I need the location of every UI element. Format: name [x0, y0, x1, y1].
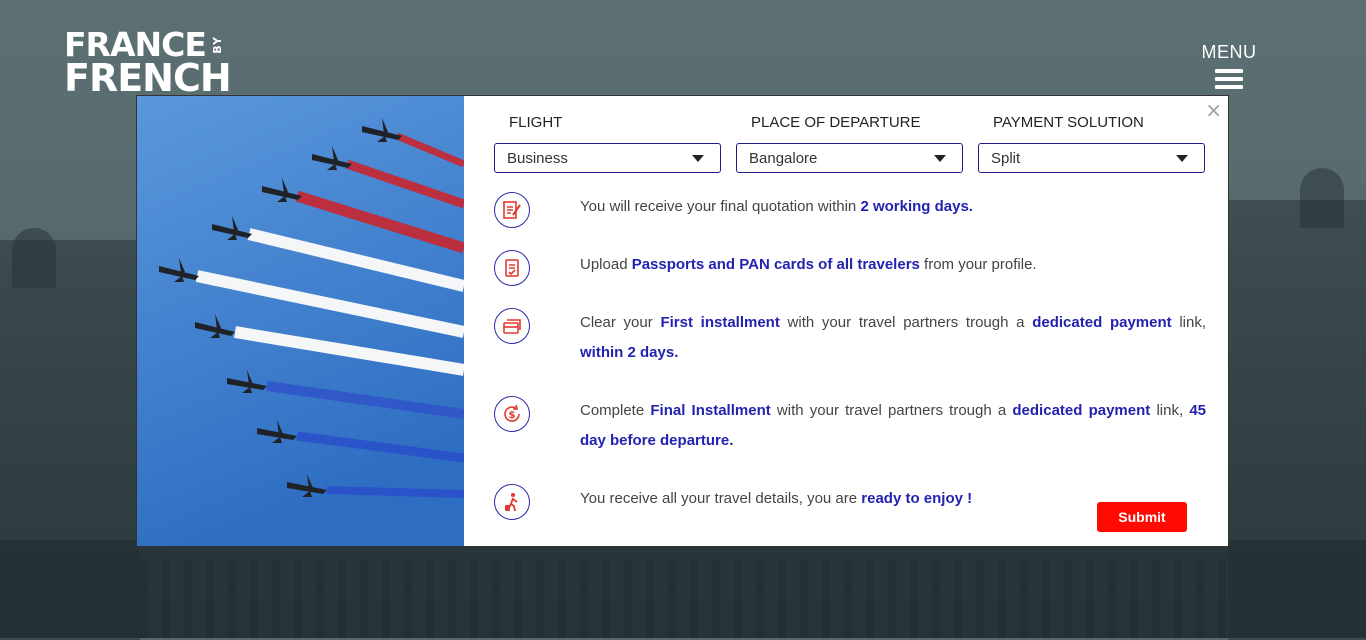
step-text-highlight: dedicated payment [1032, 314, 1172, 331]
step-text: Complete Final Installment with your tra… [580, 396, 1206, 456]
dome-left [12, 228, 56, 288]
step-text-part: with your travel partners trough a [770, 402, 1013, 419]
step-text-part: You receive all your travel details, you… [580, 490, 862, 507]
payment-select[interactable]: Split [978, 143, 1205, 173]
step-first-installment: Clear your First installment with your t… [494, 308, 1206, 368]
jets-photo [137, 96, 464, 546]
logo-word-french: FRENCH [64, 56, 232, 100]
departure-select-value: Bangalore [749, 149, 818, 167]
step-text-part: link, [1171, 314, 1207, 331]
hamburger-icon [1215, 69, 1243, 89]
dome-right [1300, 168, 1344, 228]
selection-fields: FLIGHT Business PLACE OF DEPARTURE Banga… [494, 114, 1205, 173]
step-text-part: Clear your [580, 314, 661, 331]
step-text: Clear your First installment with your t… [580, 308, 1206, 368]
submit-button[interactable]: Submit [1097, 502, 1187, 532]
payment-label: PAYMENT SOLUTION [993, 114, 1144, 131]
step-text-part: Complete [580, 402, 651, 419]
jets-illustration [137, 96, 464, 546]
quotation-icon [494, 192, 530, 228]
payment-field: PAYMENT SOLUTION Split [978, 114, 1205, 173]
step-text-highlight: dedicated payment [1012, 402, 1151, 419]
flight-field: FLIGHT Business [494, 114, 721, 173]
step-text-part: link, [1150, 402, 1190, 419]
departure-select[interactable]: Bangalore [736, 143, 963, 173]
step-text-highlight: Passports and PAN cards of all travelers [631, 256, 920, 273]
step-text-highlight: Final Installment [650, 402, 771, 419]
step-text-part: Upload [580, 256, 632, 273]
documents-icon [494, 250, 530, 286]
chevron-down-icon [692, 154, 704, 162]
chevron-down-icon [1176, 154, 1188, 162]
logo-word-by: BY [210, 35, 224, 54]
step-text-part: You will receive your final quotation wi… [580, 198, 861, 215]
step-text-highlight: 2 working days. [860, 198, 973, 215]
flight-select[interactable]: Business [494, 143, 721, 173]
payment-select-value: Split [991, 149, 1021, 167]
flight-label: FLIGHT [509, 114, 563, 131]
modal-content: FLIGHT Business PLACE OF DEPARTURE Banga… [464, 96, 1228, 546]
step-text: You will receive your final quotation wi… [580, 192, 1206, 222]
menu-button[interactable]: MENU [1200, 42, 1258, 93]
dollar-refresh-icon: $ [494, 396, 530, 432]
payment-cards-icon [494, 308, 530, 344]
step-quotation: You will receive your final quotation wi… [494, 192, 1206, 228]
step-upload: Upload Passports and PAN cards of all tr… [494, 250, 1206, 286]
step-final-installment: $ Complete Final Installment with your t… [494, 396, 1206, 456]
step-text-highlight: within 2 days. [580, 344, 679, 361]
departure-field: PLACE OF DEPARTURE Bangalore [736, 114, 963, 173]
step-text-highlight: ready to enjoy ! [861, 490, 973, 507]
quotation-modal: × FLIGHT Business PLACE OF DEPARTURE Ban… [137, 96, 1228, 546]
colonnade [140, 560, 1230, 638]
step-text-part: from your profile. [919, 256, 1037, 273]
step-text-highlight: First installment [660, 314, 780, 331]
chevron-down-icon [934, 154, 946, 162]
menu-label: MENU [1201, 42, 1257, 62]
flight-select-value: Business [507, 149, 568, 167]
svg-text:$: $ [509, 410, 516, 421]
step-text-part: with your travel partners trough a [779, 314, 1033, 331]
traveler-luggage-icon [494, 484, 530, 520]
brand-logo[interactable]: FRANCE BY FRENCH [64, 28, 232, 100]
step-text: Upload Passports and PAN cards of all tr… [580, 250, 1206, 280]
departure-label: PLACE OF DEPARTURE [751, 114, 921, 131]
